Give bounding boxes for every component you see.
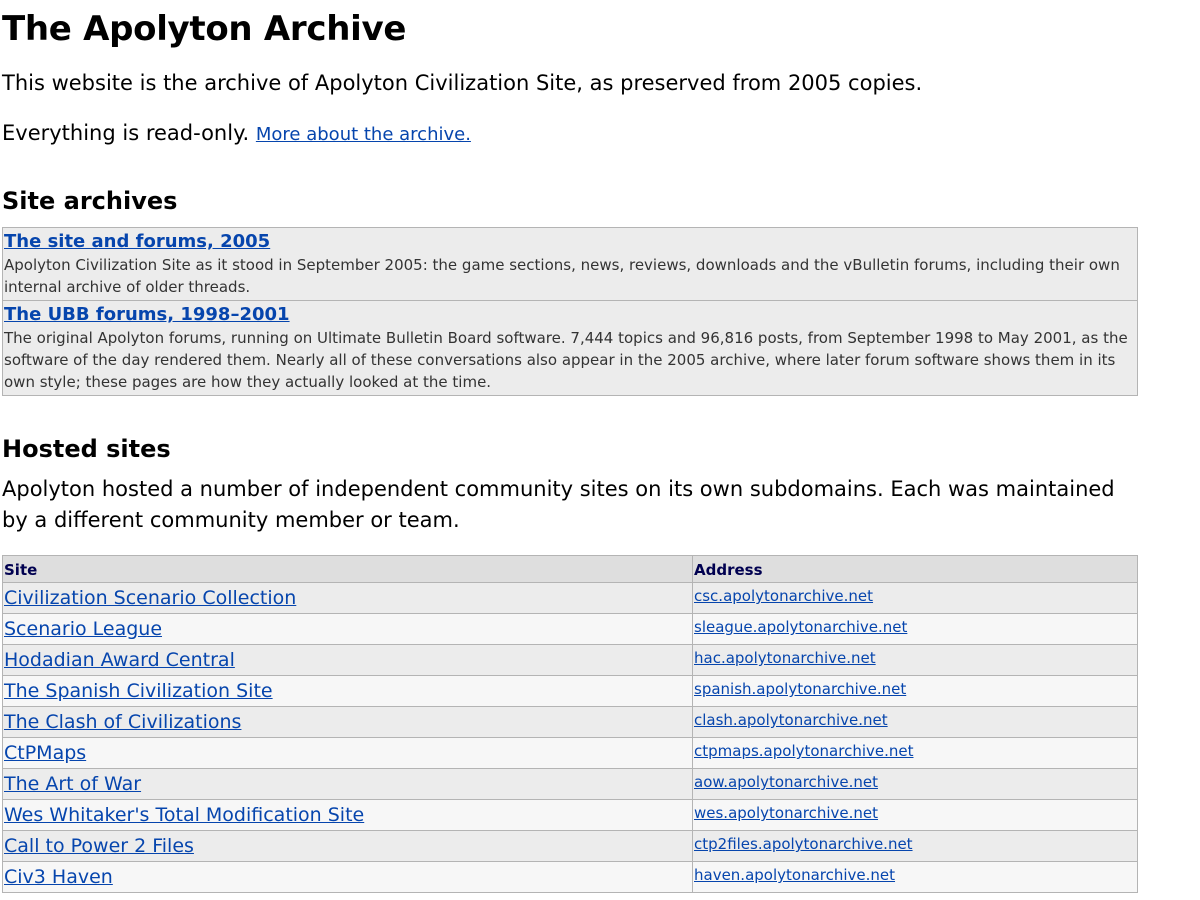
- address-link[interactable]: hac.apolytonarchive.net: [694, 649, 876, 667]
- table-row: CtPMaps ctpmaps.apolytonarchive.net: [2, 737, 1138, 769]
- archive-2005-link[interactable]: The site and forums, 2005: [4, 230, 1137, 254]
- site-archives-table: The site and forums, 2005 Apolyton Civil…: [2, 227, 1138, 396]
- address-link[interactable]: ctpmaps.apolytonarchive.net: [694, 742, 914, 760]
- archive-cell: The UBB forums, 1998–2001 The original A…: [2, 300, 1138, 396]
- site-link[interactable]: Call to Power 2 Files: [4, 835, 194, 857]
- address-cell: clash.apolytonarchive.net: [692, 706, 1138, 738]
- hosted-sites-heading: Hosted sites: [2, 435, 171, 463]
- address-link[interactable]: sleague.apolytonarchive.net: [694, 618, 907, 636]
- site-link[interactable]: CtPMaps: [4, 742, 86, 764]
- table-row: Civ3 Haven haven.apolytonarchive.net: [2, 861, 1138, 893]
- address-cell: sleague.apolytonarchive.net: [692, 613, 1138, 645]
- address-link[interactable]: aow.apolytonarchive.net: [694, 773, 878, 791]
- site-link[interactable]: Hodadian Award Central: [4, 649, 235, 671]
- table-row: The Art of War aow.apolytonarchive.net: [2, 768, 1138, 800]
- address-link[interactable]: clash.apolytonarchive.net: [694, 711, 888, 729]
- site-link[interactable]: The Art of War: [4, 773, 141, 795]
- address-cell: wes.apolytonarchive.net: [692, 799, 1138, 831]
- address-link[interactable]: spanish.apolytonarchive.net: [694, 680, 906, 698]
- column-header-site: Site: [2, 555, 693, 583]
- table-header-row: Site Address: [2, 555, 1138, 583]
- site-cell: The Spanish Civilization Site: [2, 675, 693, 707]
- archive-ubb-link[interactable]: The UBB forums, 1998–2001: [4, 303, 1137, 327]
- table-row: Call to Power 2 Files ctp2files.apolyton…: [2, 830, 1138, 862]
- address-link[interactable]: wes.apolytonarchive.net: [694, 804, 878, 822]
- address-cell: ctp2files.apolytonarchive.net: [692, 830, 1138, 862]
- address-cell: spanish.apolytonarchive.net: [692, 675, 1138, 707]
- site-cell: Hodadian Award Central: [2, 644, 693, 676]
- site-cell: Scenario League: [2, 613, 693, 645]
- table-row: Scenario League sleague.apolytonarchive.…: [2, 613, 1138, 645]
- address-cell: aow.apolytonarchive.net: [692, 768, 1138, 800]
- site-cell: Civilization Scenario Collection: [2, 582, 693, 614]
- page: The Apolyton Archive This website is the…: [0, 0, 1138, 893]
- address-cell: csc.apolytonarchive.net: [692, 582, 1138, 614]
- read-only-text: Everything is read-only.: [2, 121, 250, 145]
- address-cell: haven.apolytonarchive.net: [692, 861, 1138, 893]
- hosted-sites-table: Site Address Civilization Scenario Colle…: [2, 555, 1138, 893]
- site-link[interactable]: Scenario League: [4, 618, 162, 640]
- archive-cell: The site and forums, 2005 Apolyton Civil…: [2, 227, 1138, 301]
- more-about-archive-link[interactable]: More about the archive.: [256, 124, 471, 145]
- archive-row: The UBB forums, 1998–2001 The original A…: [2, 300, 1138, 396]
- address-cell: ctpmaps.apolytonarchive.net: [692, 737, 1138, 769]
- table-row: The Clash of Civilizations clash.apolyto…: [2, 706, 1138, 738]
- table-row: Wes Whitaker's Total Modification Site w…: [2, 799, 1138, 831]
- address-cell: hac.apolytonarchive.net: [692, 644, 1138, 676]
- address-link[interactable]: csc.apolytonarchive.net: [694, 587, 873, 605]
- site-link[interactable]: Civ3 Haven: [4, 866, 113, 888]
- address-link[interactable]: ctp2files.apolytonarchive.net: [694, 835, 913, 853]
- site-link[interactable]: Wes Whitaker's Total Modification Site: [4, 804, 364, 826]
- site-cell: The Art of War: [2, 768, 693, 800]
- site-cell: Wes Whitaker's Total Modification Site: [2, 799, 693, 831]
- address-link[interactable]: haven.apolytonarchive.net: [694, 866, 895, 884]
- read-only-note: Everything is read-only. More about the …: [2, 119, 1138, 149]
- site-cell: CtPMaps: [2, 737, 693, 769]
- page-title: The Apolyton Archive: [2, 9, 407, 49]
- archive-2005-description: Apolyton Civilization Site as it stood i…: [4, 256, 1120, 296]
- table-row: The Spanish Civilization Site spanish.ap…: [2, 675, 1138, 707]
- archive-row: The site and forums, 2005 Apolyton Civil…: [2, 227, 1138, 301]
- intro-text: This website is the archive of Apolyton …: [2, 71, 923, 95]
- site-link[interactable]: Civilization Scenario Collection: [4, 587, 296, 609]
- table-row: Hodadian Award Central hac.apolytonarchi…: [2, 644, 1138, 676]
- table-row: Civilization Scenario Collection csc.apo…: [2, 582, 1138, 614]
- site-link[interactable]: The Spanish Civilization Site: [4, 680, 273, 702]
- site-link[interactable]: The Clash of Civilizations: [4, 711, 241, 733]
- column-header-address: Address: [692, 555, 1138, 583]
- site-cell: Call to Power 2 Files: [2, 830, 693, 862]
- site-archives-heading: Site archives: [2, 187, 178, 215]
- site-cell: The Clash of Civilizations: [2, 706, 693, 738]
- hosted-sites-intro: Apolyton hosted a number of independent …: [2, 477, 1115, 532]
- archive-ubb-description: The original Apolyton forums, running on…: [4, 329, 1128, 391]
- site-cell: Civ3 Haven: [2, 861, 693, 893]
